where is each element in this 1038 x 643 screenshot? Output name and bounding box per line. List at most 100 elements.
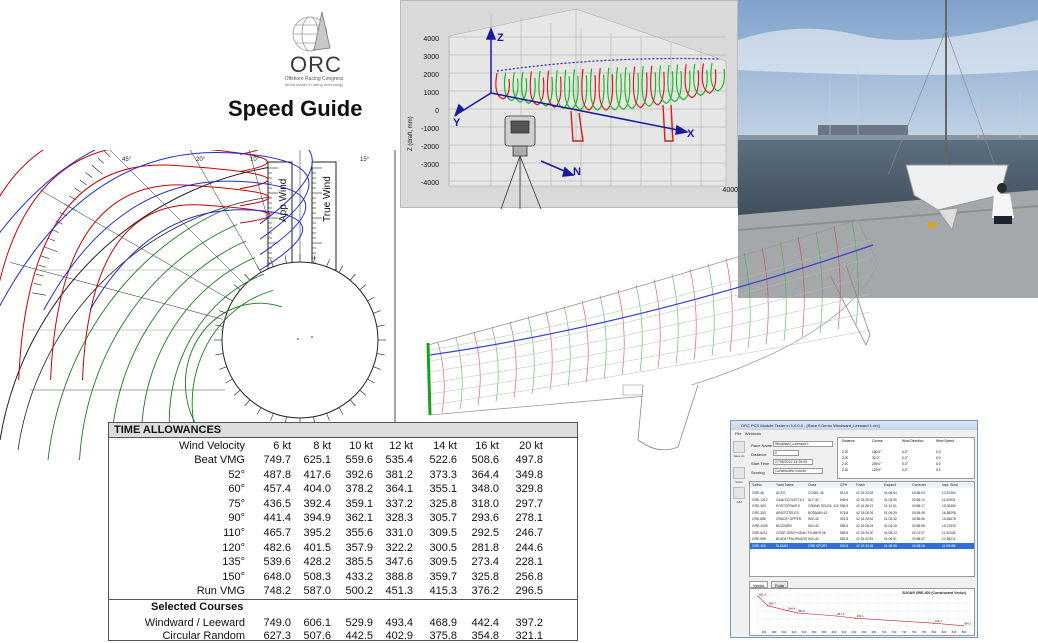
save-as-button[interactable] bbox=[733, 441, 745, 453]
chart-x-tick: 860 bbox=[962, 630, 967, 634]
table-cell: 559.6 bbox=[331, 453, 373, 467]
grid-cell: GRE-555 bbox=[752, 536, 766, 542]
chart-data-label: 384.2 bbox=[964, 622, 971, 626]
scan-tick: 4000 bbox=[423, 36, 439, 43]
table-row: Run VMG748.2587.0500.2451.3415.3376.2296… bbox=[109, 584, 577, 598]
tab-vector[interactable]: Vector bbox=[749, 581, 768, 588]
ring-tick bbox=[373, 367, 381, 370]
course-cell: 0,0° bbox=[902, 456, 908, 460]
hull-section-line bbox=[510, 322, 516, 398]
table-row: 150°648.0508.3433.2388.8359.7325.8256.8 bbox=[109, 570, 577, 584]
grid-cell: 01:04:18 bbox=[884, 523, 897, 529]
grid-row[interactable]: GRE-400SUGARGRE SPORT609,542 15:33:3601:… bbox=[750, 543, 974, 549]
tab-polar[interactable]: Polar bbox=[771, 581, 788, 588]
course-col-header: Course bbox=[872, 439, 902, 443]
distance-field[interactable]: 0 bbox=[773, 450, 799, 456]
scan-axis-title: Z (draft, mm) bbox=[408, 116, 414, 151]
course-cell: 2,00 bbox=[842, 456, 848, 460]
grid-cell: 15,72532 bbox=[942, 523, 956, 529]
grid-cell: GRAND SOLEIL 415 bbox=[808, 503, 839, 509]
row-label: 120° bbox=[109, 541, 245, 555]
chart-data-label: 410.1 bbox=[935, 619, 942, 623]
menu-file[interactable]: File bbox=[735, 431, 741, 436]
ring-tick bbox=[234, 390, 240, 395]
scan-corner-tick: 4000 bbox=[722, 187, 738, 194]
table-cell: 392.6 bbox=[331, 468, 373, 482]
row-label: 110° bbox=[109, 526, 245, 540]
table-cell: 497.8 bbox=[501, 453, 543, 467]
grid-cell: 01:08:54 bbox=[884, 490, 897, 496]
grid-cell: ACEO bbox=[776, 490, 785, 496]
table-cell: 378.2 bbox=[331, 482, 373, 496]
chart-x-tick: 500 bbox=[782, 630, 787, 634]
table-cell: 749.7 bbox=[249, 453, 291, 467]
table-cell: 433.2 bbox=[331, 570, 373, 584]
grid-row[interactable]: GRE-888GRACE+OPPERIMX-40591,842 15:28:52… bbox=[750, 516, 974, 522]
chart-data-label: 596.7 bbox=[769, 602, 776, 606]
polar-tick bbox=[36, 274, 44, 276]
polar-radial bbox=[88, 150, 244, 283]
table-cell: 329.8 bbox=[501, 482, 543, 496]
grid-cell: 513,9 bbox=[840, 490, 848, 496]
table-cell: 451.3 bbox=[371, 584, 413, 598]
grid-row[interactable]: GRE-363KOSTOFRAIS IIGRAND SOLEIL 415556,… bbox=[750, 503, 974, 509]
table-cell: 468.9 bbox=[415, 616, 457, 630]
table-cell: 748.2 bbox=[249, 584, 291, 598]
chart-x-tick: 700 bbox=[882, 630, 887, 634]
race-name-field[interactable]: Windward_Leeward 1 bbox=[773, 441, 833, 447]
wind-velocity-row: Wind Velocity 6 kt8 kt10 kt12 kt14 kt16 … bbox=[109, 439, 577, 453]
table-row: 90°441.4394.9362.1328.3305.7293.6278.1 bbox=[109, 511, 577, 525]
table-cell: 436.5 bbox=[249, 497, 291, 511]
start-time-field[interactable]: 27/06/2012 14:25:00 bbox=[773, 459, 813, 465]
row-label: 135° bbox=[109, 555, 245, 569]
wind-speed-header: 16 kt bbox=[457, 439, 499, 453]
course-col-header: Wind Speed bbox=[936, 439, 966, 443]
grid-col-header: Yacht Name bbox=[776, 482, 794, 488]
grid-cell: GAIA ECOLETTA 3 bbox=[776, 497, 804, 503]
grid-cell: 01:04:25 bbox=[884, 510, 897, 516]
table-cell: 364.1 bbox=[371, 482, 413, 496]
table-cell: 278.1 bbox=[501, 511, 543, 525]
table-cell: 415.3 bbox=[415, 584, 457, 598]
hull-section-line bbox=[708, 264, 714, 357]
grid-row[interactable]: GRE-555BLADE+PALIPAGOSIMX-40583,842 15:3… bbox=[750, 536, 974, 542]
chart-x-tick: 640 bbox=[852, 630, 857, 634]
grid-col-header: Corrected bbox=[912, 482, 926, 488]
course-legs-grid: DistanceCourseWind DirectionWind Speed2,… bbox=[837, 437, 975, 479]
grid-row[interactable]: GRE-6211CODE ZERO+DEANFILIMER 38585,842 … bbox=[750, 530, 974, 536]
polar-tick bbox=[75, 188, 82, 192]
app-wind-label: App Wind bbox=[278, 179, 289, 222]
window-title: ORC PCS Module Tester in 1.0.0.0 - [Race… bbox=[731, 421, 977, 430]
grid-cell: 609,5 bbox=[840, 543, 848, 549]
course-col-header: Wind Direction bbox=[902, 439, 932, 443]
grid-row[interactable]: GRE-353ARISTOTELESBODMAN 42576,842 15:26… bbox=[750, 510, 974, 516]
grid-cell: 42 15:32:51 bbox=[856, 536, 873, 542]
grid-cell: IMX-40 bbox=[808, 523, 819, 529]
grid-col-header: SailNo bbox=[752, 482, 762, 488]
grid-row[interactable]: GRE-46ACEOCOSEL 46513,942 15:33:3801:08:… bbox=[750, 490, 974, 496]
grid-cell: 00:56:14 bbox=[912, 497, 925, 503]
hull-section-line bbox=[816, 232, 822, 334]
grid-cell: 00:56:03 bbox=[912, 490, 925, 496]
table-cell: 500.2 bbox=[331, 584, 373, 598]
grid-row[interactable]: GRE-2006BLIZZARDIMX-40585,942 15:28:2801… bbox=[750, 523, 974, 529]
menu-windows[interactable]: Windows bbox=[745, 431, 761, 436]
grid-cell: GRE-400 bbox=[752, 543, 766, 549]
table-cell: 535.4 bbox=[371, 453, 413, 467]
hull-section-line bbox=[528, 317, 534, 395]
axis-x-label: X bbox=[687, 128, 695, 140]
score-button[interactable] bbox=[733, 467, 745, 479]
table-row: 110°465.7395.2355.6331.0309.5292.5246.7 bbox=[109, 526, 577, 540]
grid-row[interactable]: GRE-1212GAIA ECOLETTA 3SLY 40548,642 15:… bbox=[750, 497, 974, 503]
add-label: Add bbox=[731, 500, 747, 504]
scan-tick: -2000 bbox=[421, 144, 439, 151]
grid-cell: GRE-2006 bbox=[752, 523, 768, 529]
chart-x-tick: 480 bbox=[772, 630, 777, 634]
hull-section-line bbox=[600, 295, 606, 379]
table-cell: 482.6 bbox=[249, 541, 291, 555]
scoring-select[interactable]: Constructed Course bbox=[773, 468, 823, 474]
hull-section-line bbox=[636, 285, 642, 372]
add-button[interactable] bbox=[733, 487, 745, 499]
row-label: Run VMG bbox=[109, 584, 245, 598]
table-cell: 300.5 bbox=[415, 541, 457, 555]
